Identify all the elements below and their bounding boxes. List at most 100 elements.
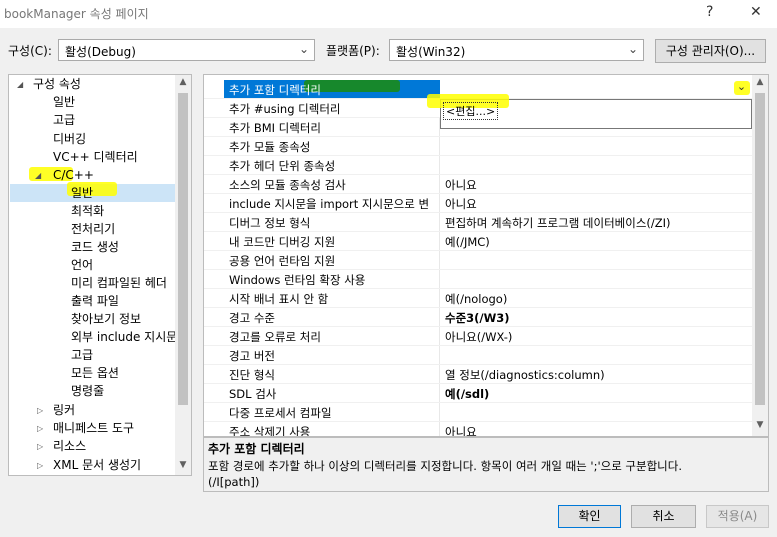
- description-panel: 추가 포함 디렉터리 포함 경로에 추가할 하나 이상의 디렉터리를 지정합니다…: [203, 437, 769, 492]
- tree-item-debugging[interactable]: 디버깅: [53, 130, 86, 148]
- tree-collapsed-icon[interactable]: ▷: [37, 442, 43, 451]
- tree-item-external-includes[interactable]: 외부 include 지시문: [71, 328, 177, 346]
- help-button[interactable]: ?: [706, 4, 713, 20]
- column-divider: [439, 270, 440, 288]
- property-value[interactable]: 편집하며 계속하기 프로그램 데이터베이스(/ZI): [445, 215, 671, 231]
- tree-expanded-icon[interactable]: ◢: [35, 171, 41, 180]
- property-value[interactable]: 예(/sdl): [445, 386, 489, 402]
- cancel-button[interactable]: 취소: [631, 505, 696, 528]
- tree-item-browse-info[interactable]: 찾아보기 정보: [71, 310, 141, 328]
- window-title: bookManager 속성 페이지: [4, 7, 149, 21]
- title-bar: bookManager 속성 페이지 ? ✕: [0, 0, 777, 28]
- column-divider: [439, 346, 440, 364]
- property-value[interactable]: 아니요: [445, 196, 477, 212]
- edit-dropdown[interactable]: <편집...>: [427, 94, 752, 129]
- tree-collapsed-icon[interactable]: ▷: [37, 461, 43, 470]
- column-divider: [439, 156, 440, 174]
- tree-item-vc-dirs[interactable]: VC++ 디렉터리: [53, 148, 138, 166]
- property-row[interactable]: 경고 수준 수준3(/W3): [204, 308, 753, 327]
- scroll-down-icon[interactable]: ▼: [175, 460, 191, 470]
- chevron-down-icon[interactable]: ⌄: [732, 80, 751, 97]
- property-row[interactable]: 시작 배너 표시 안 함 예(/nologo): [204, 289, 753, 308]
- property-name: 주소 삭제기 사용: [229, 425, 311, 437]
- property-value[interactable]: 예(/nologo): [445, 291, 507, 307]
- property-row[interactable]: 소스의 모듈 종속성 검사 아니요: [204, 175, 753, 194]
- tree-item-code-generation[interactable]: 코드 생성: [71, 238, 119, 256]
- tree-item-root[interactable]: 구성 속성: [33, 75, 81, 93]
- tree-item-resources[interactable]: 리소스: [53, 437, 86, 455]
- column-divider: [439, 137, 440, 155]
- column-divider: [439, 175, 440, 193]
- tree-item-command-line[interactable]: 명령줄: [71, 382, 104, 400]
- column-divider: [439, 232, 440, 250]
- property-row[interactable]: 다중 프로세서 컴파일: [204, 403, 753, 422]
- tree-item-linker[interactable]: 링커: [53, 401, 75, 419]
- tree-item-manifest-tool[interactable]: 매니페스트 도구: [53, 419, 134, 437]
- property-value[interactable]: 아니요: [445, 177, 477, 193]
- tree-scrollbar[interactable]: ▲ ▼: [175, 75, 191, 475]
- close-button[interactable]: ✕: [750, 4, 762, 20]
- property-row[interactable]: 추가 헤더 단위 종속성: [204, 156, 753, 175]
- tree-collapsed-icon[interactable]: ▷: [37, 424, 43, 433]
- edit-option[interactable]: <편집...>: [443, 102, 499, 120]
- property-value[interactable]: 아니요(/WX-): [445, 329, 512, 345]
- column-divider: [439, 194, 440, 212]
- property-name: Windows 런타임 확장 사용: [229, 273, 366, 287]
- property-tree: ◢ 구성 속성 일반 고급 디버깅 VC++ 디렉터리 ◢ C/C++ 일반 최…: [8, 74, 192, 476]
- tree-item-language[interactable]: 언어: [71, 256, 93, 274]
- scroll-down-icon[interactable]: ▼: [752, 420, 768, 430]
- column-divider: [439, 251, 440, 269]
- property-row[interactable]: 공용 언어 런타임 지원: [204, 251, 753, 270]
- property-value[interactable]: 아니요: [445, 424, 477, 436]
- property-name: 시작 배너 표시 안 함: [229, 292, 329, 306]
- scroll-up-icon[interactable]: ▲: [752, 77, 768, 87]
- property-row[interactable]: SDL 검사 예(/sdl): [204, 384, 753, 403]
- grid-scrollbar[interactable]: ▲ ▼: [752, 75, 768, 436]
- property-row[interactable]: 경고를 오류로 처리 아니요(/WX-): [204, 327, 753, 346]
- property-name: 추가 BMI 디렉터리: [229, 121, 321, 135]
- configuration-manager-button[interactable]: 구성 관리자(O)...: [655, 39, 766, 63]
- description-body: 포함 경로에 추가할 하나 이상의 디렉터리를 지정합니다. 항목이 여러 개일…: [208, 458, 763, 490]
- column-divider: [439, 422, 440, 436]
- tree-collapsed-icon[interactable]: ▷: [37, 406, 43, 415]
- tree-item-cpp-general[interactable]: 일반: [71, 184, 93, 202]
- config-value: 활성(Debug): [65, 45, 136, 59]
- property-name: 공용 언어 런타임 지원: [229, 254, 336, 268]
- property-row[interactable]: 디버그 정보 형식 편집하며 계속하기 프로그램 데이터베이스(/ZI): [204, 213, 753, 232]
- chevron-down-icon: ⌄: [298, 42, 309, 56]
- property-row[interactable]: 내 코드만 디버깅 지원 예(/JMC): [204, 232, 753, 251]
- property-name: include 지시문을 import 지시문으로 변: [229, 197, 430, 211]
- property-row[interactable]: 추가 모듈 종속성: [204, 137, 753, 156]
- tree-scroll-thumb[interactable]: [178, 93, 188, 405]
- property-value[interactable]: 예(/JMC): [445, 234, 490, 250]
- config-combo[interactable]: 활성(Debug) ⌄: [58, 39, 315, 61]
- tree-item-output-files[interactable]: 출력 파일: [71, 292, 119, 310]
- tree-item-general[interactable]: 일반: [53, 93, 75, 111]
- ok-button[interactable]: 확인: [558, 505, 621, 528]
- platform-combo[interactable]: 활성(Win32) ⌄: [389, 39, 644, 61]
- tree-item-cpp-advanced[interactable]: 고급: [71, 346, 93, 364]
- tree-item-precompiled-headers[interactable]: 미리 컴파일된 헤더: [71, 274, 167, 292]
- tree-item-all-options[interactable]: 모든 옵션: [71, 364, 119, 382]
- chevron-down-icon: ⌄: [627, 42, 638, 56]
- grid-scroll-thumb[interactable]: [755, 93, 765, 405]
- property-row[interactable]: Windows 런타임 확장 사용: [204, 270, 753, 289]
- tree-item-xml-doc[interactable]: XML 문서 생성기: [53, 456, 141, 474]
- property-name: 추가 모듈 종속성: [229, 140, 311, 154]
- scroll-up-icon[interactable]: ▲: [175, 77, 191, 87]
- property-value[interactable]: 수준3(/W3): [445, 310, 510, 326]
- property-row[interactable]: include 지시문을 import 지시문으로 변 아니요: [204, 194, 753, 213]
- property-row[interactable]: 경고 버전: [204, 346, 753, 365]
- tree-expanded-icon[interactable]: ◢: [17, 80, 23, 89]
- platform-label: 플랫폼(P):: [326, 44, 380, 58]
- description-text: 포함 경로에 추가할 하나 이상의 디렉터리를 지정합니다. 항목이 여러 개일…: [208, 459, 682, 473]
- apply-button[interactable]: 적용(A): [706, 505, 769, 528]
- tree-item-optimization[interactable]: 최적화: [71, 202, 104, 220]
- property-name: 추가 헤더 단위 종속성: [229, 159, 336, 173]
- tree-item-advanced[interactable]: 고급: [53, 111, 75, 129]
- property-row[interactable]: 진단 형식 열 정보(/diagnostics:column): [204, 365, 753, 384]
- property-name: SDL 검사: [229, 387, 277, 401]
- property-row[interactable]: 주소 삭제기 사용 아니요: [204, 422, 753, 437]
- property-value[interactable]: 열 정보(/diagnostics:column): [445, 367, 605, 383]
- tree-item-preprocessor[interactable]: 전처리기: [71, 220, 115, 238]
